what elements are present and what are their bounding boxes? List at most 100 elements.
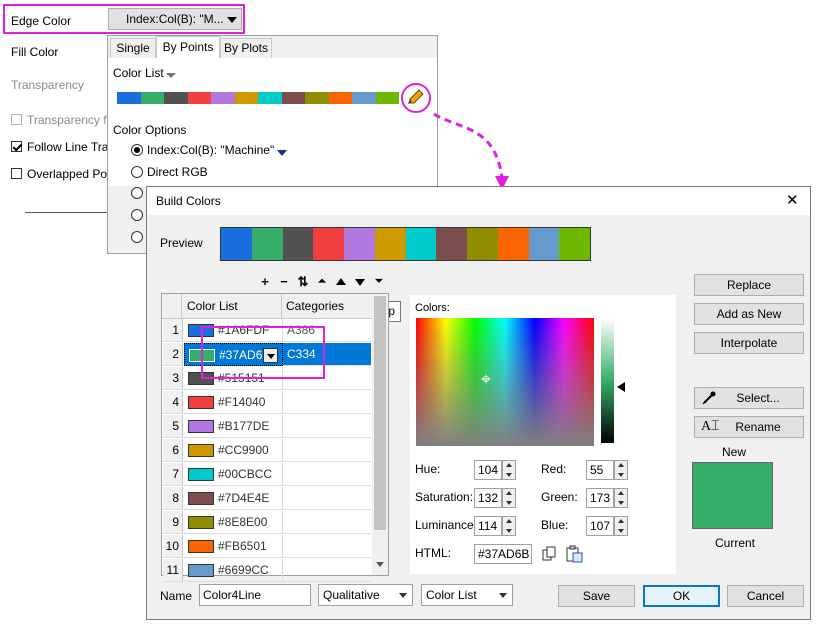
replace-button[interactable]: Replace: [694, 274, 804, 296]
add-icon[interactable]: +: [258, 275, 272, 289]
spectrum-field[interactable]: [416, 318, 594, 446]
chevron-down-icon: [399, 593, 407, 598]
blue-field[interactable]: 107: [586, 516, 614, 536]
color-cell[interactable]: #CC9900: [184, 439, 283, 462]
luminance-spinner[interactable]: [502, 516, 516, 536]
tab-by-plots[interactable]: By Plots: [220, 38, 272, 59]
ok-button[interactable]: OK: [643, 585, 720, 607]
red-spinner[interactable]: [614, 460, 628, 480]
color-swatch: [188, 564, 214, 577]
chevron-down-icon[interactable]: [166, 73, 176, 78]
select-button[interactable]: Select...: [694, 387, 804, 409]
green-label: Green:: [541, 490, 578, 504]
color-swatch: [117, 92, 141, 104]
name-field[interactable]: Color4Line: [199, 584, 311, 606]
table-row[interactable]: 5 #B177DE: [163, 415, 373, 439]
table-row[interactable]: 6 #CC9900: [163, 439, 373, 463]
red-field[interactable]: 55: [586, 460, 614, 480]
green-spinner[interactable]: [614, 488, 628, 508]
current-label: Current: [715, 536, 756, 550]
table-row[interactable]: 4 #F14040: [163, 391, 373, 415]
row-number: 3: [163, 367, 183, 390]
table-row[interactable]: 11 #6699CC: [163, 559, 373, 583]
color-list-label[interactable]: Color List: [113, 66, 164, 80]
col-header-categories[interactable]: Categories: [282, 294, 372, 319]
rename-button[interactable]: A⌶ Rename: [694, 416, 804, 438]
color-swatch: [328, 92, 352, 104]
type-combo-value: Qualitative: [323, 588, 380, 602]
scrollbar-thumb[interactable]: [374, 296, 386, 530]
paste-icon[interactable]: [566, 545, 584, 563]
blue-spinner[interactable]: [614, 516, 628, 536]
follow-line-checkbox[interactable]: [11, 141, 22, 152]
hue-spinner[interactable]: [502, 460, 516, 480]
color-cell[interactable]: #7D4E4E: [184, 487, 283, 510]
type-combo[interactable]: Qualitative: [318, 584, 413, 606]
interpolate-button[interactable]: Interpolate: [694, 332, 804, 354]
saturation-field[interactable]: 132: [474, 488, 502, 508]
category-cell[interactable]: [283, 487, 371, 510]
table-row[interactable]: 7 #00CBCC: [163, 463, 373, 487]
tab-single[interactable]: Single: [110, 38, 156, 59]
category-cell[interactable]: [283, 463, 371, 486]
category-cell[interactable]: [283, 439, 371, 462]
saturation-spinner[interactable]: [502, 488, 516, 508]
chevron-down-icon[interactable]: [277, 150, 287, 156]
option-radio-5[interactable]: [131, 231, 143, 243]
follow-line-label: Follow Line Tra: [27, 140, 109, 154]
luminance-field[interactable]: 114: [474, 516, 502, 536]
swap-icon[interactable]: ⇅: [296, 275, 310, 289]
color-cell[interactable]: #FB6501: [184, 535, 283, 558]
option-direct-rgb-radio[interactable]: [131, 166, 143, 178]
table-row[interactable]: 8 #7D4E4E: [163, 487, 373, 511]
col-header-color-list[interactable]: Color List: [182, 294, 282, 319]
selection-highlight: [201, 326, 325, 379]
luminance-bar[interactable]: [601, 318, 614, 443]
color-swatch: [344, 228, 375, 260]
color-cell[interactable]: #00CBCC: [184, 463, 283, 486]
color-list-strip[interactable]: [117, 92, 399, 104]
vertical-scrollbar[interactable]: [372, 294, 388, 575]
save-button[interactable]: Save: [558, 585, 635, 607]
category-cell[interactable]: [283, 535, 371, 558]
move-down-icon[interactable]: [355, 279, 365, 286]
cancel-button[interactable]: Cancel: [727, 585, 804, 607]
close-icon[interactable]: ✕: [786, 191, 799, 209]
color-cell[interactable]: #F14040: [184, 391, 283, 414]
html-field[interactable]: #37AD6B: [474, 544, 532, 564]
option-radio-4[interactable]: [131, 209, 143, 221]
source-combo[interactable]: Color List: [421, 584, 513, 606]
blue-label: Blue:: [541, 518, 569, 532]
add-as-new-button[interactable]: Add as New: [694, 303, 804, 325]
hue-field[interactable]: 104: [474, 460, 502, 480]
table-row[interactable]: 9 #8E8E00: [163, 511, 373, 535]
color-options-label: Color Options: [113, 123, 187, 137]
color-swatch: [352, 92, 376, 104]
move-bottom-icon[interactable]: ⏷: [372, 275, 386, 289]
color-swatch: [405, 228, 437, 260]
category-cell[interactable]: [283, 415, 371, 438]
table-row[interactable]: 10 #FB6501: [163, 535, 373, 559]
color-cell[interactable]: #8E8E00: [184, 511, 283, 534]
color-swatch: [281, 92, 305, 104]
color-swatch: [305, 92, 329, 104]
color-swatch: [528, 228, 560, 260]
row-number: 11: [163, 559, 183, 582]
overlapped-checkbox[interactable]: [11, 168, 22, 179]
transparency-for-checkbox[interactable]: [11, 114, 22, 125]
color-cell[interactable]: #6699CC: [184, 559, 283, 582]
category-cell[interactable]: [283, 559, 371, 582]
color-cell[interactable]: #B177DE: [184, 415, 283, 438]
category-cell[interactable]: [283, 511, 371, 534]
category-cell[interactable]: [283, 391, 371, 414]
copy-icon[interactable]: [542, 546, 558, 562]
remove-icon[interactable]: −: [277, 275, 291, 289]
move-top-icon[interactable]: ⏶: [315, 275, 329, 289]
tab-by-points[interactable]: By Points: [156, 36, 220, 59]
luminance-pointer-icon[interactable]: [617, 382, 625, 392]
scroll-down-icon[interactable]: [376, 562, 384, 567]
option-index-radio[interactable]: [131, 144, 143, 156]
option-radio-3[interactable]: [131, 187, 143, 199]
move-up-icon[interactable]: [336, 278, 346, 285]
green-field[interactable]: 173: [586, 488, 614, 508]
